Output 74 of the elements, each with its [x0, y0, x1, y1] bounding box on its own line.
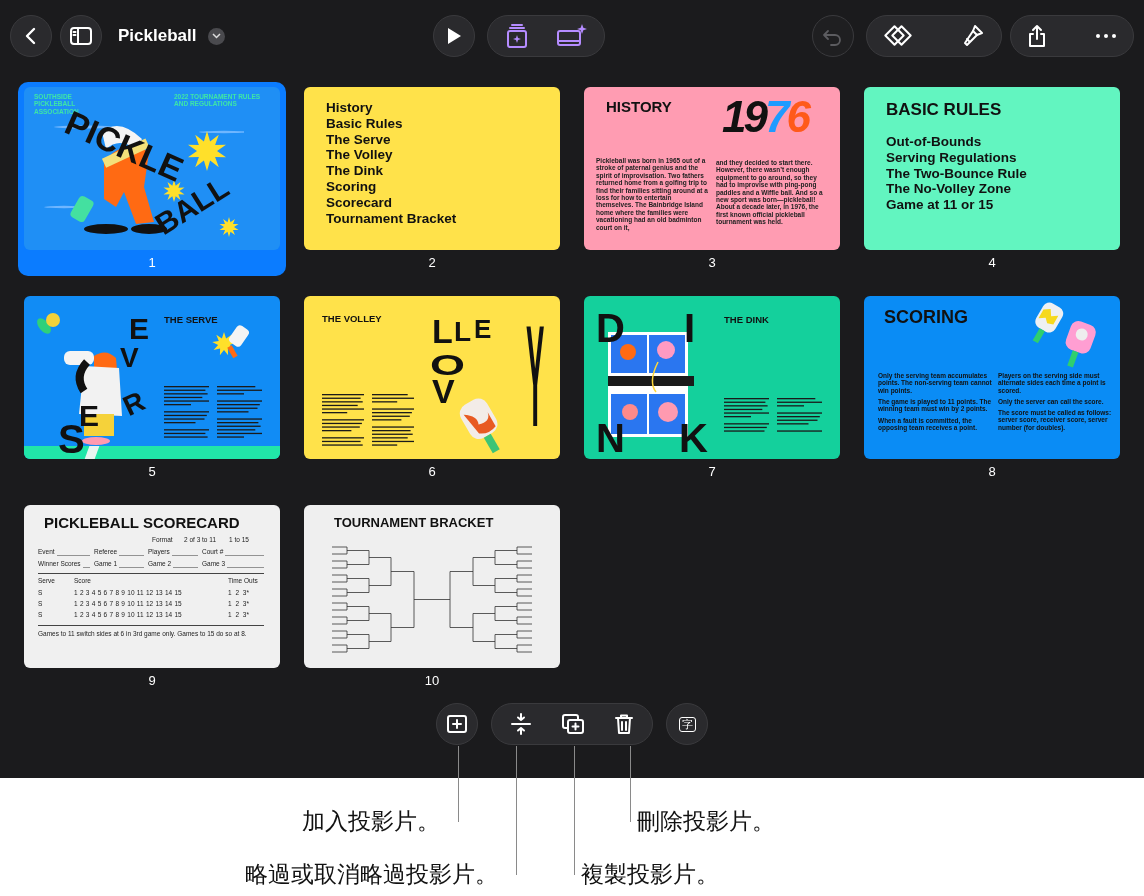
slide-title: BASIC RULES [886, 101, 1002, 118]
slide-number: 2 [427, 254, 437, 272]
list-item: Serving Regulations [886, 150, 1017, 165]
list-item: Basic Rules [326, 116, 403, 131]
display-letter: E [474, 316, 492, 342]
display-letter: L [432, 314, 453, 348]
trash-icon [613, 713, 634, 735]
slide-number: 8 [987, 463, 997, 481]
more-icon [1095, 33, 1117, 39]
slide-number: 6 [427, 463, 437, 481]
slide-title: PICKLEBALL SCORECARD [44, 515, 240, 530]
list-item: The No-Volley Zone [886, 182, 1011, 196]
sidebar-icon [69, 26, 93, 46]
fill-in-line [57, 555, 90, 556]
slide-number: 10 [423, 672, 441, 690]
fill-in-line [83, 567, 90, 568]
slide-number: 7 [707, 463, 717, 481]
slide-number: 9 [147, 672, 157, 690]
slide-title: SCORING [884, 308, 968, 326]
display-letter: E [129, 314, 149, 344]
list-item: History [326, 101, 373, 115]
fill-in-line [172, 555, 198, 556]
back-button[interactable] [10, 15, 52, 57]
title-menu-button[interactable] [208, 27, 226, 45]
year-title: 1976 [722, 95, 808, 139]
fill-in-line [119, 555, 144, 556]
slide-thumbnail[interactable]: History Basic Rules The Serve The Volley The Dink Scoring Scorecard Tournament Bracket 2 [298, 82, 566, 276]
slide-thumbnail[interactable]: TOURNAMENT BRACKET 10 [298, 500, 566, 694]
list-item: Out-of-Bounds [886, 135, 982, 149]
display-letter: K [679, 418, 708, 458]
slide-number: 4 [987, 254, 997, 272]
callout-label: 複製投影片。 [581, 863, 719, 886]
chevron-down-icon [212, 33, 222, 39]
sidebar-button[interactable] [60, 15, 102, 57]
fill-in-line [173, 567, 198, 568]
callout-label: 刪除投影片。 [637, 810, 775, 833]
list-item: The Volley [326, 148, 393, 162]
share-icon [1027, 24, 1047, 48]
fill-in-line [119, 567, 144, 568]
slide-title: THE DINK [724, 315, 769, 325]
overlapping-diamonds-icon [883, 23, 913, 49]
list-item: The Two-Bounce Rule [886, 166, 1027, 181]
display-letter: L [454, 318, 472, 346]
slide-number: 5 [147, 463, 157, 481]
plus-square-icon [446, 714, 468, 734]
slide-title: THE SERVE [164, 315, 218, 325]
display-letter: R [119, 387, 150, 421]
callout-label: 略過或取消略過投影片。 [245, 863, 498, 886]
paintbrush-icon [961, 23, 985, 49]
slide-number: 3 [707, 254, 717, 272]
slide-number: 1 [147, 254, 157, 272]
duplicate-icon [561, 713, 585, 735]
list-item: Scorecard [326, 195, 393, 210]
list-item: Scoring [326, 180, 377, 194]
display-letter: Y [526, 304, 545, 449]
list-item: The Dink [326, 164, 383, 178]
list-item: Tournament Bracket [326, 211, 457, 226]
slide-thumbnail[interactable]: BASIC RULES Out-of-Bounds Serving Regulations The Two-Bounce Rule The No-Volley Zone Game at 11 or 15 4 [858, 82, 1126, 276]
list-item: Game at 11 or 15 [886, 198, 994, 212]
document-title: Pickleball [118, 25, 197, 48]
fill-in-line [227, 567, 264, 568]
skip-arrows-icon [510, 712, 533, 736]
text-button[interactable]: 字 [666, 703, 708, 745]
list-item: The Serve [326, 132, 391, 147]
play-button[interactable] [432, 15, 475, 57]
slide-title: TOURNAMENT BRACKET [334, 516, 494, 529]
slide-title: THE VOLLEY [322, 314, 382, 324]
display-letter: V [120, 344, 139, 372]
fill-in-line [225, 555, 264, 556]
callout-label: 加入投影片。 [302, 810, 440, 833]
slide-title: HISTORY [606, 99, 672, 114]
add-slide-button[interactable] [436, 703, 478, 745]
display-letter: I [684, 308, 696, 348]
slide-thumbnail[interactable]: THE VOLLEY LLE O V Y 6 [298, 291, 566, 485]
